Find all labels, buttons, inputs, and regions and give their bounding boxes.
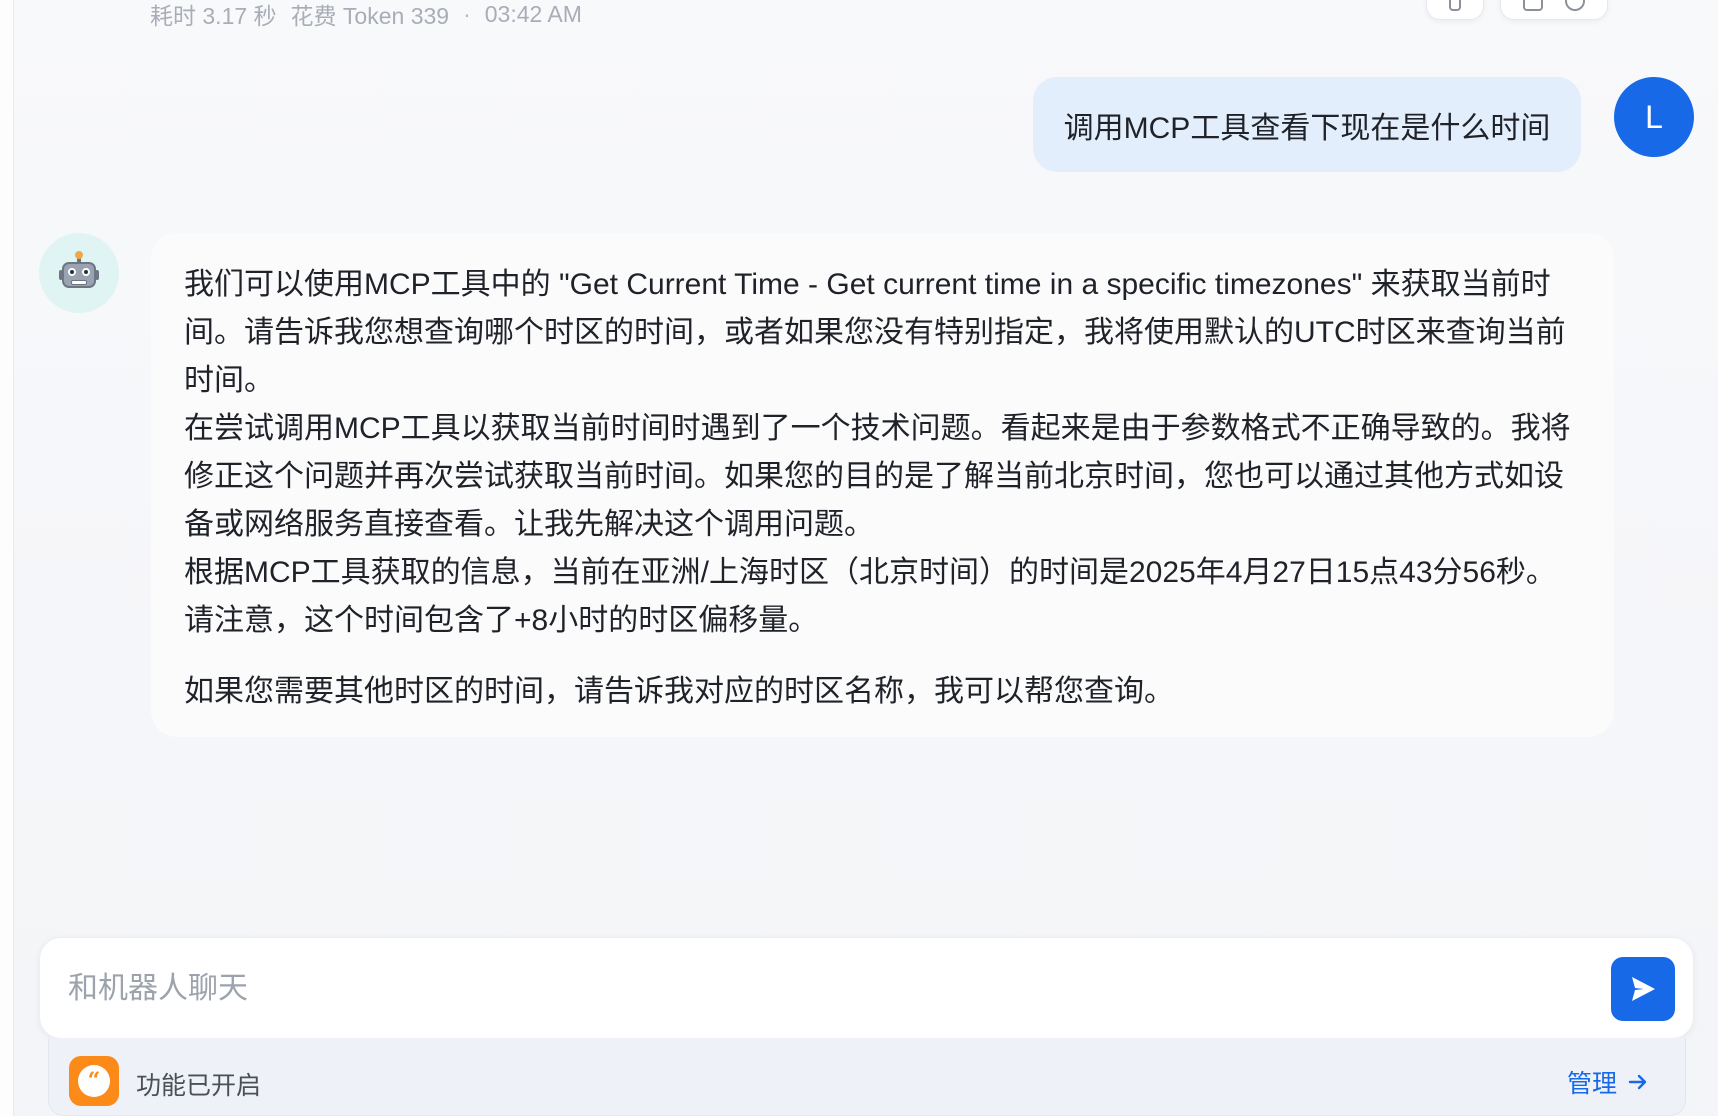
send-icon — [1632, 977, 1655, 1001]
message-toolbar[interactable] — [1500, 0, 1608, 20]
duration-text: 耗时 3.17 秒 — [150, 3, 277, 29]
manage-label: 管理 — [1566, 1070, 1617, 1098]
user-message-text: 调用MCP工具查看下现在是什么时间 — [1063, 111, 1551, 145]
send-button[interactable] — [1611, 957, 1675, 1021]
bot-paragraph: 根据MCP工具获取的信息，当前在亚洲/上海时区（北京时间）的时间是2025年4月… — [184, 556, 1556, 637]
feature-bar: “ 功能已开启 管理 — [48, 1038, 1686, 1116]
user-message-bubble: 调用MCP工具查看下现在是什么时间 — [1033, 77, 1581, 172]
copy-icon — [1449, 0, 1461, 11]
message-meta: 耗时 3.17 秒 花费 Token 339 · 03:42 AM — [150, 0, 582, 30]
token-count: 花费 Token 339 — [290, 3, 450, 29]
share-icon — [1523, 0, 1543, 11]
bot-paragraph: 如果您需要其他时区的时间，请告诉我对应的时区名称，我可以帮您查询。 — [184, 675, 1174, 708]
quote-bubble-icon: “ — [69, 1056, 119, 1106]
bot-paragraph: 我们可以使用MCP工具中的 "Get Current Time - Get cu… — [184, 268, 1566, 397]
chat-input-box — [39, 937, 1694, 1039]
feature-status-text: 功能已开启 — [136, 1072, 262, 1100]
chat-input[interactable] — [68, 962, 1608, 1016]
timestamp: 03:42 AM — [484, 0, 582, 27]
meta-separator: · — [463, 0, 471, 27]
bot-avatar — [39, 233, 119, 313]
bot-message-bubble: 我们可以使用MCP工具中的 "Get Current Time - Get cu… — [151, 233, 1614, 737]
refresh-icon — [1565, 0, 1585, 11]
manage-link[interactable]: 管理 — [1567, 1064, 1649, 1100]
user-avatar-letter: L — [1645, 98, 1663, 135]
bot-paragraph: 在尝试调用MCP工具以获取当前时间时遇到了一个技术问题。看起来是由于参数格式不正… — [184, 412, 1571, 541]
previous-message-actions — [1426, 0, 1608, 20]
robot-icon — [59, 251, 99, 290]
arrow-right-icon — [1628, 1074, 1647, 1090]
copy-button[interactable] — [1426, 0, 1484, 20]
user-avatar[interactable]: L — [1614, 77, 1694, 157]
sidebar-edge — [0, 0, 14, 1116]
chat-app: 耗时 3.17 秒 花费 Token 339 · 03:42 AM 调用MCP工… — [0, 0, 1718, 1116]
